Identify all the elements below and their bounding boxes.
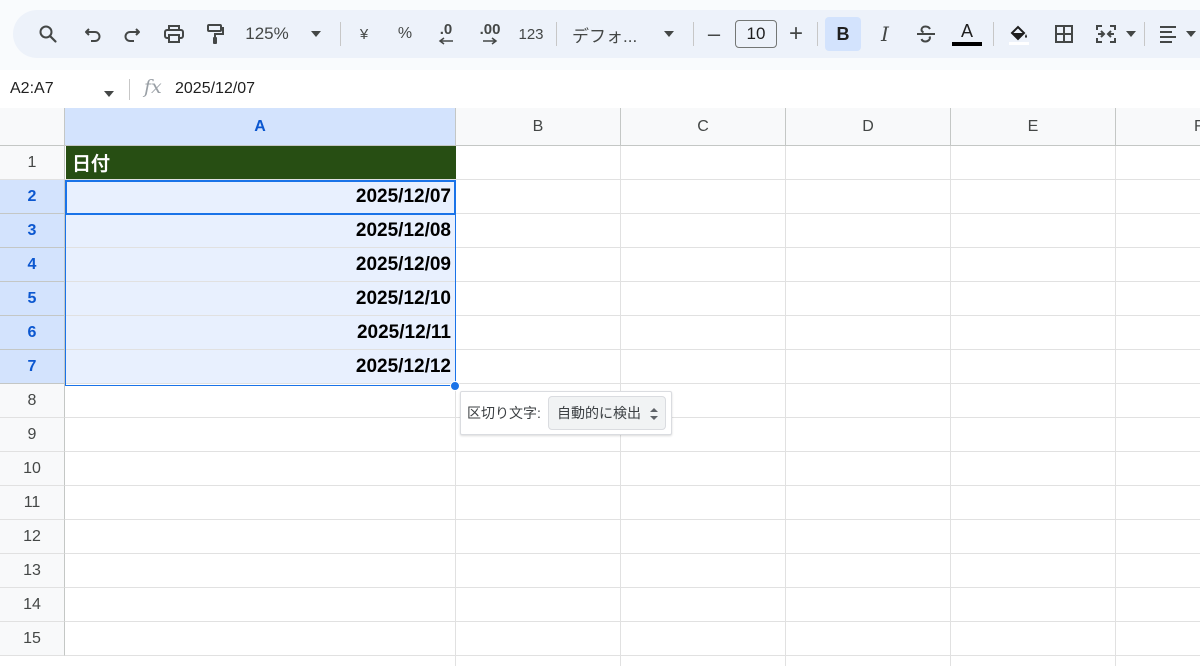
- gridline: [65, 553, 1200, 554]
- separator-select[interactable]: 自動的に検出: [548, 396, 666, 430]
- row-header-9[interactable]: 9: [0, 418, 65, 452]
- up-down-caret-icon: [650, 408, 658, 420]
- row-header-3[interactable]: 3: [0, 214, 65, 248]
- gridline: [65, 655, 1200, 656]
- split-text-popup: 区切り文字: 自動的に検出: [460, 391, 672, 435]
- percent-format-button[interactable]: %: [395, 10, 415, 58]
- text-color-swatch: [952, 42, 982, 46]
- toolbar-divider: [340, 22, 341, 46]
- name-box[interactable]: A2:A7: [10, 70, 54, 108]
- cell-a5[interactable]: 2025/12/10: [66, 282, 456, 315]
- print-icon[interactable]: [161, 10, 187, 58]
- strikethrough-icon[interactable]: [913, 10, 939, 58]
- italic-button[interactable]: I: [872, 10, 898, 58]
- toolbar-divider: [993, 22, 994, 46]
- fill-color-icon[interactable]: [1005, 10, 1033, 58]
- zoom-select[interactable]: 125%: [243, 10, 291, 58]
- formula-bar: A2:A7 fx 2025/12/07: [0, 70, 1200, 108]
- cell-a4[interactable]: 2025/12/09: [66, 248, 456, 281]
- formula-bar-divider: [129, 79, 130, 100]
- gridline: [65, 383, 1200, 384]
- select-all-corner[interactable]: [0, 108, 65, 146]
- gridline: [950, 146, 951, 666]
- chevron-down-icon[interactable]: [662, 10, 676, 58]
- toolbar-divider: [556, 22, 557, 46]
- row-header-8[interactable]: 8: [0, 384, 65, 418]
- row-header-12[interactable]: 12: [0, 520, 65, 554]
- cell-a3[interactable]: 2025/12/08: [66, 214, 456, 247]
- function-icon: fx: [144, 76, 162, 98]
- row-header-4[interactable]: 4: [0, 248, 65, 282]
- chevron-down-icon[interactable]: [1124, 10, 1138, 58]
- row-header-1[interactable]: 1: [0, 146, 65, 180]
- cell-a1-header[interactable]: 日付: [66, 146, 456, 179]
- fill-handle[interactable]: [450, 381, 460, 391]
- horizontal-align-icon[interactable]: [1155, 10, 1181, 58]
- cell-a2[interactable]: 2025/12/07: [66, 180, 456, 213]
- gridline: [65, 485, 1200, 486]
- gridline: [785, 146, 786, 666]
- row-header-15[interactable]: 15: [0, 622, 65, 656]
- text-color-label: A: [960, 21, 973, 41]
- row-header-6[interactable]: 6: [0, 316, 65, 350]
- merge-cells-icon[interactable]: [1093, 10, 1119, 58]
- currency-format-button[interactable]: ¥: [354, 10, 374, 58]
- number-format-button[interactable]: 123: [517, 10, 545, 58]
- gridline: [65, 621, 1200, 622]
- row-header-5[interactable]: 5: [0, 282, 65, 316]
- toolbar-divider: [693, 22, 694, 46]
- row-header-13[interactable]: 13: [0, 554, 65, 588]
- gridline: [65, 451, 1200, 452]
- separator-label: 区切り文字:: [467, 405, 541, 421]
- font-size-increase-button[interactable]: +: [785, 10, 807, 58]
- borders-icon[interactable]: [1051, 10, 1077, 58]
- arrow-left-icon: [438, 37, 453, 45]
- font-size-input[interactable]: 10: [735, 20, 777, 48]
- gridline: [1115, 146, 1116, 666]
- text-color-button[interactable]: A: [951, 10, 983, 58]
- paint-format-icon[interactable]: [202, 10, 228, 58]
- toolbar-divider: [1144, 22, 1145, 46]
- redo-icon[interactable]: [119, 10, 145, 58]
- column-header-f[interactable]: F: [1116, 108, 1200, 146]
- decrease-decimal-button[interactable]: .0: [431, 10, 461, 58]
- decrease-decimal-label: .0: [439, 21, 453, 38]
- gridline: [65, 519, 1200, 520]
- chevron-down-icon[interactable]: [309, 10, 323, 58]
- row-header-2[interactable]: 2: [0, 180, 65, 214]
- font-family-select[interactable]: デフォ...: [572, 10, 650, 58]
- row-header-14[interactable]: 14: [0, 588, 65, 622]
- separator-select-value: 自動的に検出: [557, 405, 641, 421]
- chevron-down-icon[interactable]: [103, 85, 115, 103]
- toolbar-divider: [817, 22, 818, 46]
- toolbar: 125% ¥ % .0 .00 123 デフォ... – 10 + B I A: [13, 10, 1200, 58]
- column-header-e[interactable]: E: [951, 108, 1116, 146]
- increase-decimal-label: .00: [479, 21, 501, 38]
- cell-a7[interactable]: 2025/12/12: [66, 350, 456, 383]
- font-size-decrease-button[interactable]: –: [703, 10, 725, 58]
- row-header-10[interactable]: 10: [0, 452, 65, 486]
- increase-decimal-button[interactable]: .00: [473, 10, 507, 58]
- formula-input[interactable]: 2025/12/07: [175, 70, 255, 108]
- search-icon[interactable]: [35, 10, 61, 58]
- sheet-grid[interactable]: A B C D E F 1 2 3 4 5 6 7 8 9 10 11 12 1…: [0, 108, 1200, 666]
- column-header-c[interactable]: C: [621, 108, 786, 146]
- chevron-down-icon[interactable]: [1184, 10, 1198, 58]
- gridline: [65, 587, 1200, 588]
- column-header-b[interactable]: B: [456, 108, 621, 146]
- bold-button[interactable]: B: [825, 17, 861, 51]
- column-header-a[interactable]: A: [65, 108, 456, 146]
- column-header-d[interactable]: D: [786, 108, 951, 146]
- undo-icon[interactable]: [80, 10, 106, 58]
- row-header-7[interactable]: 7: [0, 350, 65, 384]
- cell-a6[interactable]: 2025/12/11: [66, 316, 456, 349]
- arrow-right-icon: [483, 37, 498, 45]
- row-header-11[interactable]: 11: [0, 486, 65, 520]
